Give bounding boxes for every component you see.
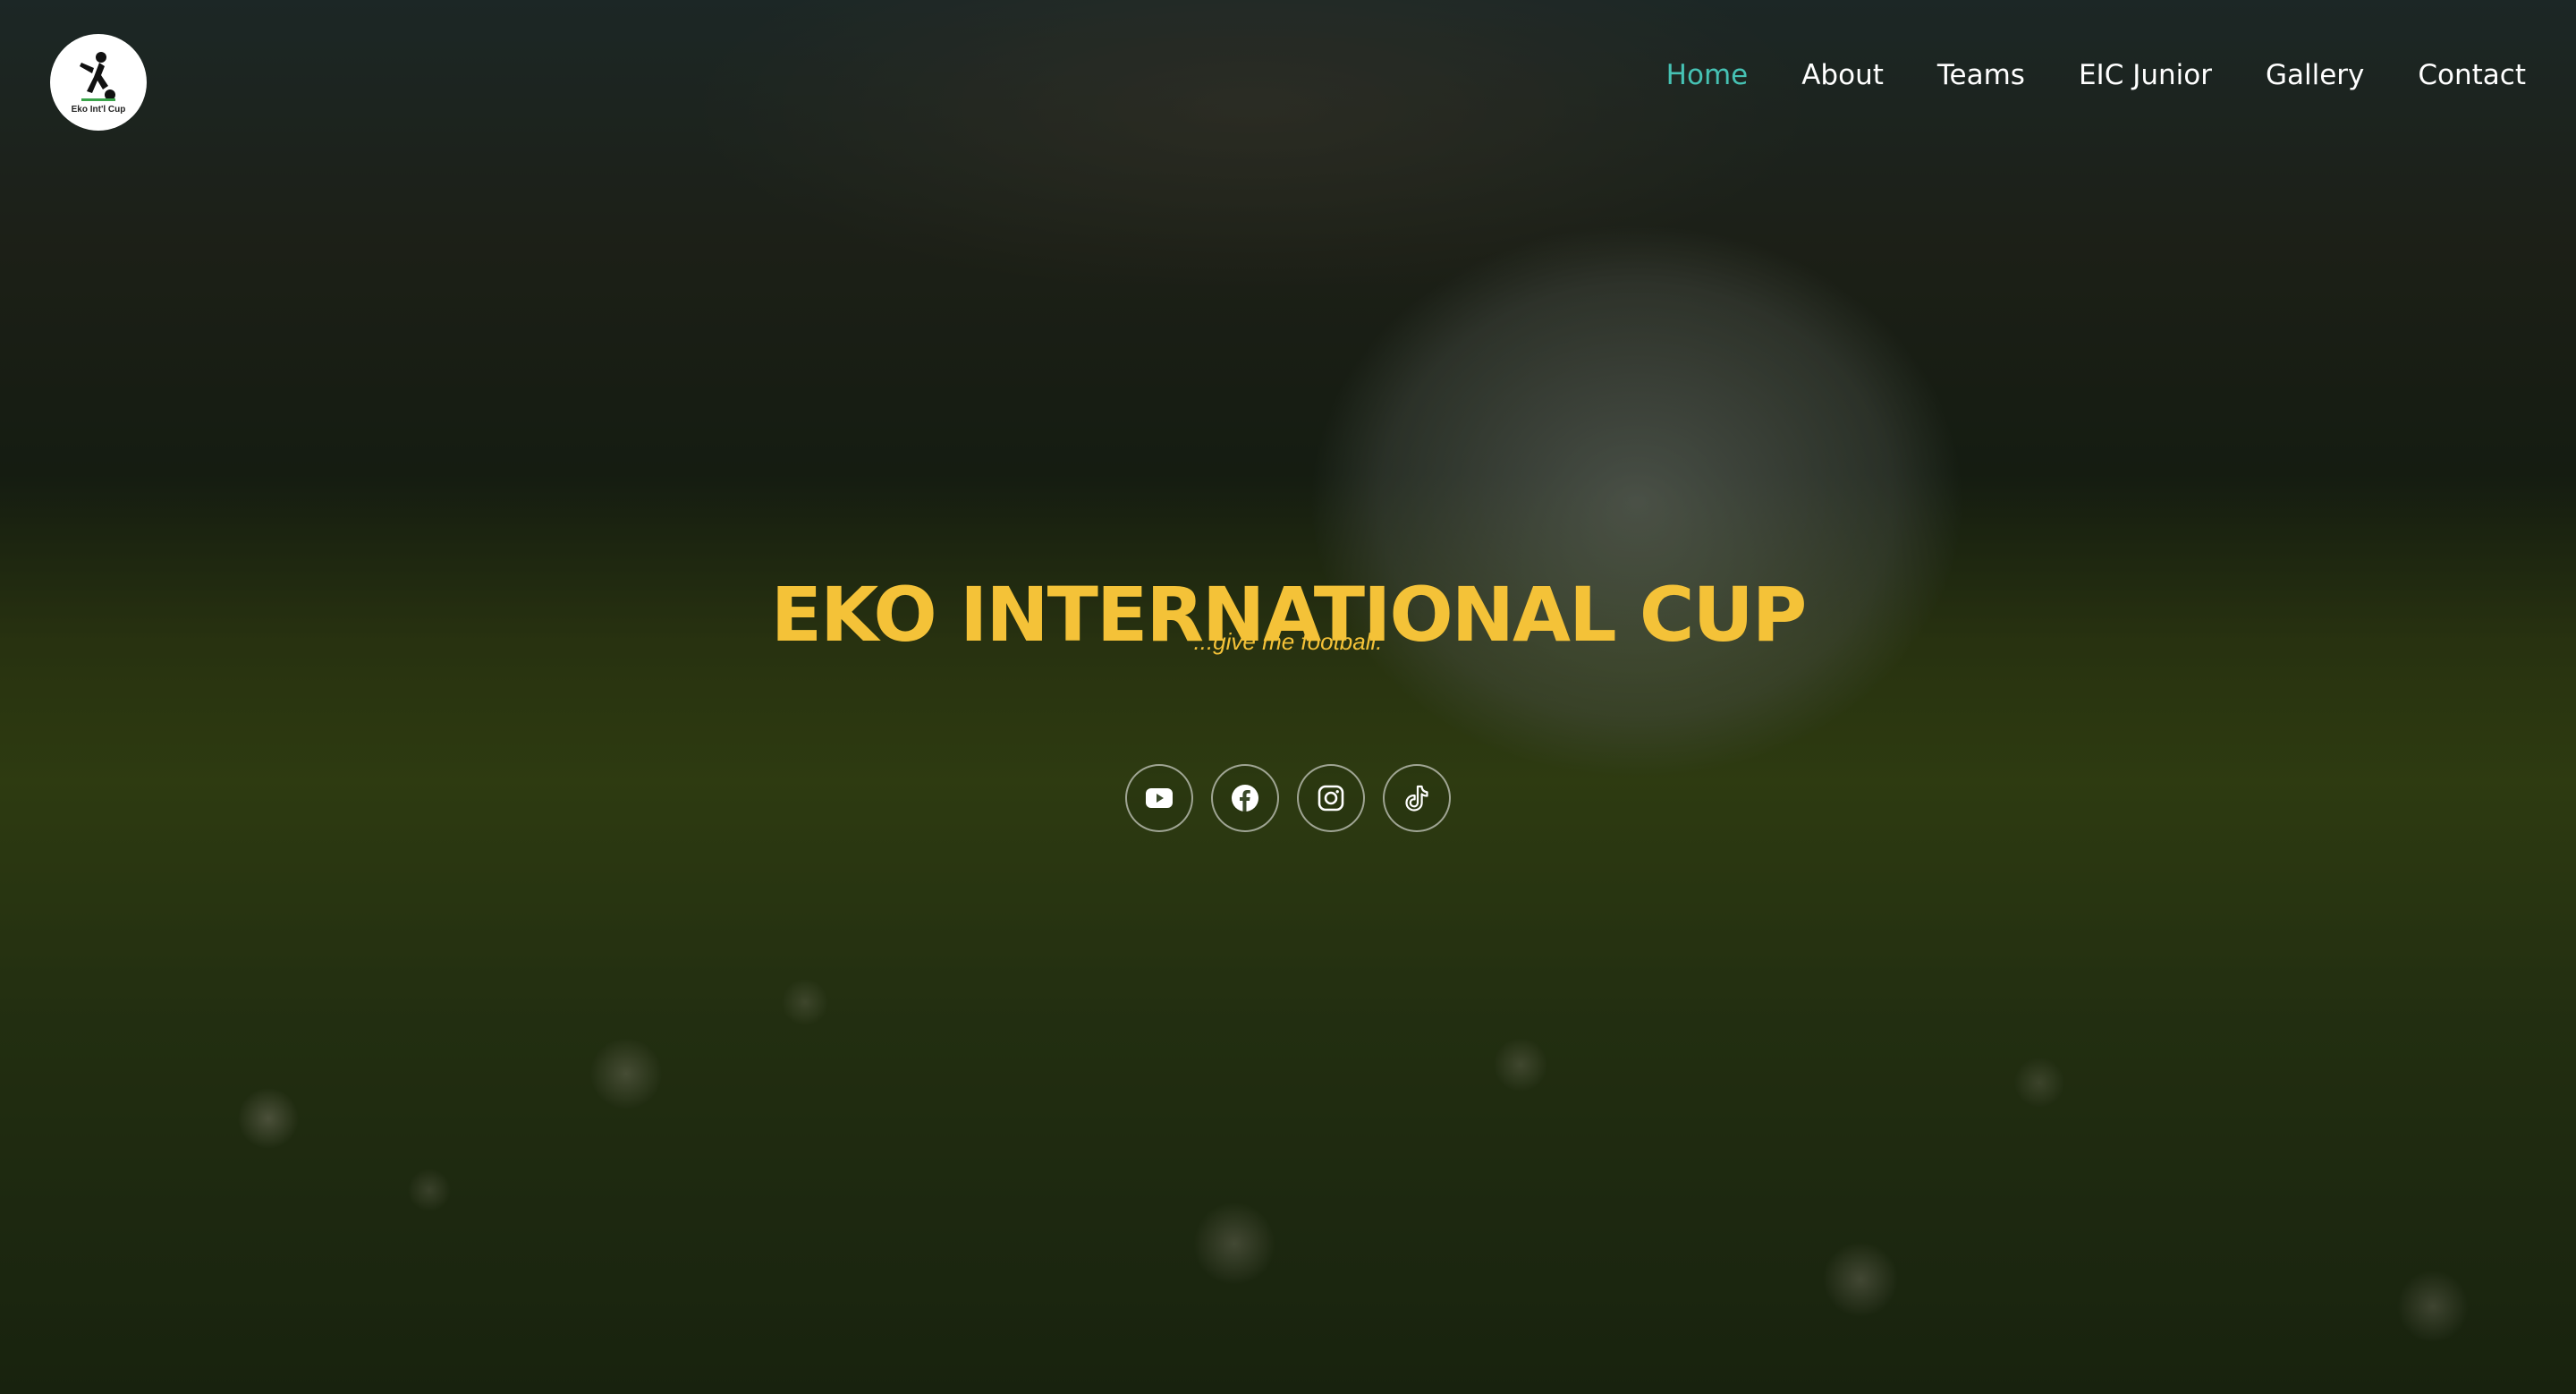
hero-overlay: [0, 0, 2576, 1394]
youtube-link[interactable]: [1125, 764, 1193, 832]
hero-section: Eko Int'l Cup Home About Teams EIC Junio…: [0, 0, 2576, 1394]
nav-item-gallery[interactable]: Gallery: [2266, 59, 2364, 91]
facebook-link[interactable]: [1211, 764, 1279, 832]
youtube-icon: [1146, 788, 1173, 808]
logo-text: Eko Int'l Cup: [71, 105, 126, 115]
site-logo[interactable]: Eko Int'l Cup: [50, 34, 147, 131]
social-links: [0, 764, 2576, 832]
nav-item-contact[interactable]: Contact: [2418, 59, 2526, 91]
hero-tagline: ...give me football.: [1193, 628, 1383, 655]
facebook-icon: [1232, 785, 1258, 812]
nav-item-home[interactable]: Home: [1666, 59, 1749, 91]
instagram-icon: [1318, 785, 1344, 812]
instagram-link[interactable]: [1297, 764, 1365, 832]
nav-item-about[interactable]: About: [1801, 59, 1884, 91]
nav-item-eic-junior[interactable]: EIC Junior: [2079, 59, 2212, 91]
main-nav: Home About Teams EIC Junior Gallery Cont…: [1666, 59, 2526, 91]
tiktok-icon: [1405, 785, 1428, 812]
tiktok-link[interactable]: [1383, 764, 1451, 832]
nav-item-teams[interactable]: Teams: [1937, 59, 2025, 91]
player-silhouette-icon: [80, 52, 115, 101]
